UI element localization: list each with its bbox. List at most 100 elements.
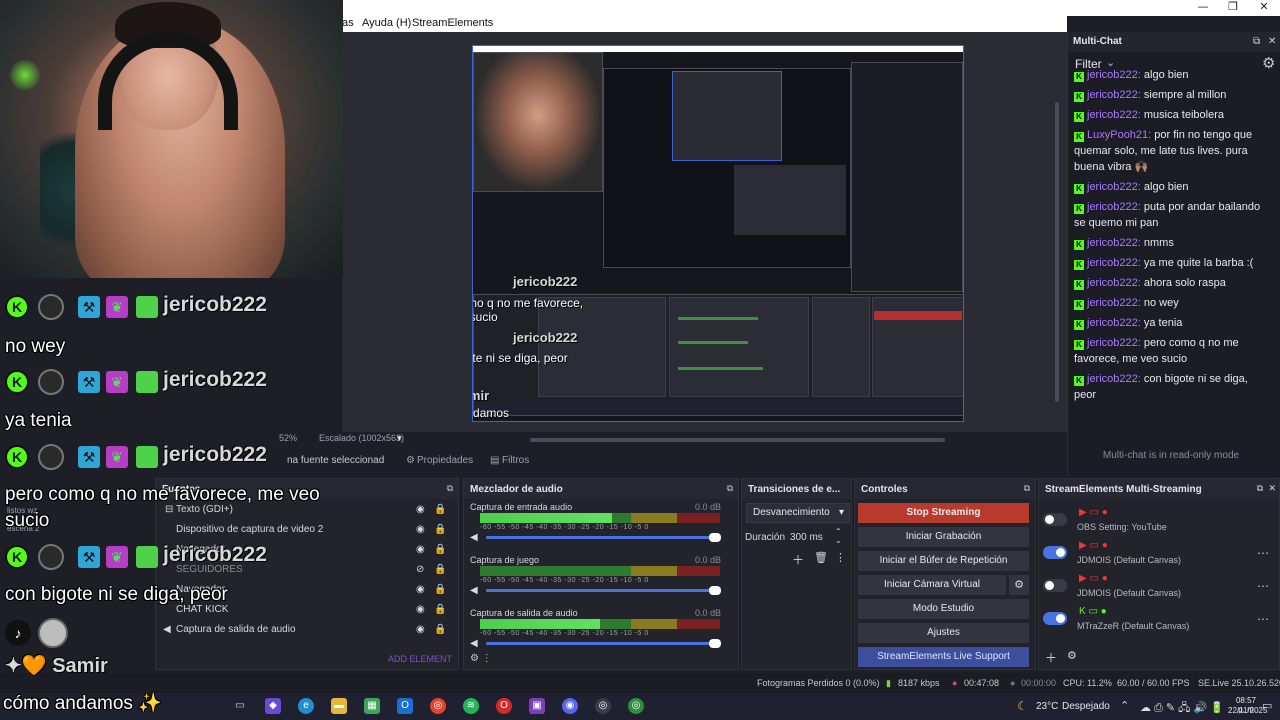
- outlook-icon[interactable]: O: [397, 698, 413, 714]
- copilot-icon[interactable]: ◆: [265, 698, 281, 714]
- tray-icons[interactable]: ☁ ⎙ ✎ 🖧 🔊 🔋: [1140, 699, 1224, 718]
- gear-icon[interactable]: ⚙: [1067, 649, 1077, 662]
- lock-icon[interactable]: 🔒: [434, 584, 446, 595]
- slider-handle[interactable]: [709, 533, 721, 542]
- discord-icon[interactable]: ◉: [562, 698, 578, 714]
- menu-item-streamelements[interactable]: StreamElements: [412, 17, 493, 29]
- replay-buffer-button[interactable]: Iniciar el Búfer de Repetición: [858, 551, 1029, 571]
- lock-icon[interactable]: 🔒: [434, 624, 446, 635]
- duration-input[interactable]: 300 ms: [790, 532, 823, 543]
- eye-icon[interactable]: ◉: [416, 624, 425, 635]
- volume-slider[interactable]: [486, 533, 721, 542]
- float-icon[interactable]: ⧉: [727, 483, 733, 494]
- virtual-camera-button[interactable]: Iniciar Cámara Virtual: [858, 575, 1006, 595]
- store-icon[interactable]: ▦: [364, 698, 380, 714]
- clock-date[interactable]: 22/11/2025: [1228, 706, 1267, 715]
- chrome-icon[interactable]: ◎: [628, 698, 644, 714]
- start-recording-button[interactable]: Iniciar Grabación: [858, 527, 1029, 547]
- opera-icon[interactable]: O: [496, 698, 512, 714]
- menu-item-help[interactable]: Ayuda (H): [362, 17, 411, 29]
- close-icon[interactable]: ✕: [1268, 483, 1276, 494]
- chrome-icon[interactable]: ◎: [430, 698, 446, 714]
- chat-message: Kjericob222: algo bien: [1068, 177, 1274, 197]
- float-icon[interactable]: ⧉: [1024, 483, 1030, 494]
- destination-toggle[interactable]: [1043, 579, 1067, 592]
- controls-title: Controles: [861, 484, 908, 495]
- close-button[interactable]: ✕: [1248, 0, 1280, 14]
- lock-icon[interactable]: 🔒: [434, 524, 446, 535]
- notification-icon[interactable]: ▭: [1262, 699, 1272, 712]
- bandwidth-icon: ▮: [886, 678, 891, 688]
- close-icon[interactable]: ✕: [1268, 36, 1276, 47]
- eye-icon[interactable]: ◉: [416, 544, 425, 555]
- overlay-username: jericob222: [163, 368, 267, 391]
- studio-mode-button[interactable]: Modo Estudio: [858, 599, 1029, 619]
- more-icon[interactable]: ⋯: [1257, 612, 1269, 626]
- destination-toggle[interactable]: [1043, 513, 1067, 526]
- display-capture-preview: jericob222 pero como q no me favorece, m…: [472, 45, 964, 422]
- weather-text[interactable]: Despejado: [1062, 701, 1110, 712]
- eye-icon[interactable]: ◉: [416, 504, 425, 515]
- nested-overlay-user: jericob222: [513, 274, 578, 289]
- add-icon[interactable]: ＋: [792, 551, 804, 568]
- volume-slider[interactable]: [486, 639, 721, 648]
- slider-handle[interactable]: [709, 639, 721, 648]
- spotify-icon[interactable]: ≋: [463, 698, 479, 714]
- stop-streaming-button[interactable]: Stop Streaming: [858, 503, 1029, 523]
- stream-destination: ▶ ▭ ● OBS Setting: YouTube: [1043, 507, 1273, 537]
- live-support-button[interactable]: StreamElements Live Support: [858, 647, 1029, 667]
- float-icon[interactable]: ⧉: [1253, 36, 1260, 47]
- app-icon[interactable]: ▣: [529, 698, 545, 714]
- speaker-icon[interactable]: ◀: [470, 638, 478, 649]
- lock-icon[interactable]: 🔒: [434, 604, 446, 615]
- float-icon[interactable]: ⧉: [447, 483, 453, 494]
- trash-icon[interactable]: 🗑: [814, 551, 828, 564]
- restore-button[interactable]: ❐: [1217, 0, 1249, 14]
- multichat-message-list[interactable]: Kjericob222: algo bien Kjericob222: siemp…: [1068, 65, 1274, 435]
- source-item[interactable]: ◀ Captura de salida de audio ◉ 🔒: [160, 622, 450, 642]
- destination-toggle[interactable]: [1043, 546, 1067, 559]
- obs-icon[interactable]: ◎: [595, 698, 611, 714]
- nested-overlay-bottom-text: cómo andamos: [473, 406, 510, 420]
- mixer-settings-icon[interactable]: ⚙ ⋮: [470, 653, 492, 664]
- kick-icon: K: [1074, 132, 1084, 142]
- lock-icon[interactable]: 🔒: [434, 504, 446, 515]
- tray-chevron-icon[interactable]: ⌃: [1120, 699, 1129, 712]
- scale-dropdown-icon[interactable]: ▾: [397, 433, 402, 444]
- more-icon[interactable]: ⋮: [835, 551, 846, 564]
- float-icon[interactable]: ⧉: [1257, 483, 1263, 494]
- speaker-icon[interactable]: ◀: [470, 585, 478, 596]
- filters-button[interactable]: Filtros: [502, 455, 529, 466]
- settings-button[interactable]: Ajustes: [858, 623, 1029, 643]
- gear-icon[interactable]: ⚙: [1009, 575, 1029, 595]
- preview-canvas[interactable]: jericob222 pero como q no me favorece, m…: [342, 32, 1067, 432]
- weather-temp[interactable]: 23°C: [1036, 701, 1058, 712]
- edge-icon[interactable]: e: [298, 698, 314, 714]
- properties-button[interactable]: Propiedades: [417, 455, 473, 466]
- more-icon[interactable]: ⋯: [1257, 546, 1269, 560]
- kick-icon: K: [1074, 280, 1084, 290]
- more-icon[interactable]: ⋯: [1257, 579, 1269, 593]
- destination-toggle[interactable]: [1043, 612, 1067, 625]
- duration-stepper[interactable]: ⌃ ⌄: [835, 527, 842, 545]
- eye-icon[interactable]: ◉: [416, 524, 425, 535]
- slider-handle[interactable]: [709, 586, 721, 595]
- eye-icon[interactable]: ◉: [416, 584, 425, 595]
- folder-icon[interactable]: ▬: [331, 698, 347, 714]
- add-icon[interactable]: ＋: [1045, 649, 1057, 666]
- mixer-title: Mezclador de audio: [470, 484, 563, 495]
- kick-badge-icon: K: [5, 370, 29, 394]
- volume-slider[interactable]: [486, 586, 721, 595]
- speaker-icon[interactable]: ◀: [470, 532, 478, 543]
- eye-icon[interactable]: ◉: [416, 604, 425, 615]
- version: SE.Live 25.10.26.520: [1198, 678, 1280, 688]
- eye-hidden-icon[interactable]: ⊘: [416, 564, 424, 575]
- minimize-button[interactable]: —: [1187, 0, 1219, 14]
- lock-icon[interactable]: 🔒: [434, 564, 446, 575]
- transition-select[interactable]: Desvanecimiento ▾: [746, 503, 850, 523]
- preview-vertical-scrollbar[interactable]: [1055, 102, 1059, 402]
- add-element-button[interactable]: ADD ELEMENT: [388, 654, 452, 664]
- lock-icon[interactable]: 🔒: [434, 544, 446, 555]
- task-view-icon[interactable]: ▭: [232, 698, 248, 714]
- menu-item-tools[interactable]: as: [342, 17, 354, 29]
